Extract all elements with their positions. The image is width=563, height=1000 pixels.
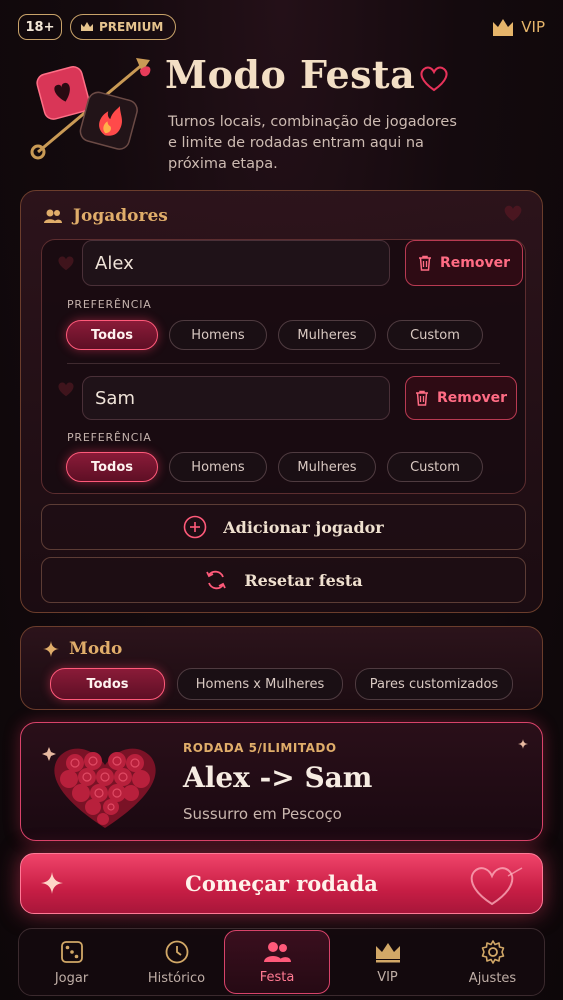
mode-title-text: Modo xyxy=(69,639,123,659)
nav-item-ajustes[interactable]: Ajustes xyxy=(440,929,545,995)
player-name-value: Sam xyxy=(95,387,135,409)
pref-option-mulheres[interactable]: Mulheres xyxy=(278,452,376,482)
mode-option-pares-customizados[interactable]: Pares customizados xyxy=(355,668,513,700)
premium-badge[interactable]: PREMIUM xyxy=(70,14,177,40)
crown-icon xyxy=(375,942,400,962)
sparkle-icon xyxy=(518,739,528,749)
nav-label: VIP xyxy=(377,969,398,985)
vip-label: VIP xyxy=(521,18,545,36)
clock-icon xyxy=(165,940,188,963)
pref-option-label: Custom xyxy=(410,327,460,343)
add-player-label: Adicionar jogador xyxy=(223,517,384,537)
pref-option-todos[interactable]: Todos xyxy=(66,452,158,482)
mode-card: Modo Todos Homens x Mulheres Pares custo… xyxy=(20,626,543,710)
pref-option-label: Homens xyxy=(191,327,245,343)
top-bar: 18+ PREMIUM VIP xyxy=(18,14,545,42)
sparkle-icon xyxy=(41,872,63,894)
bottom-nav: Jogar Histórico Festa VIP Ajustes xyxy=(18,928,545,996)
rose-heart-illustration xyxy=(42,747,156,828)
sparkle-icon xyxy=(43,641,59,657)
pref-option-label: Todos xyxy=(90,327,134,343)
pref-option-homens[interactable]: Homens xyxy=(169,320,267,350)
mode-option-label: Pares customizados xyxy=(369,676,499,692)
page-title-text: Modo Festa xyxy=(165,52,416,97)
people-icon xyxy=(264,941,291,962)
player-name-input[interactable]: Alex xyxy=(82,240,390,286)
trash-icon xyxy=(415,390,428,406)
pref-option-label: Custom xyxy=(410,459,460,475)
people-icon xyxy=(44,209,62,223)
start-round-label: Começar rodada xyxy=(185,871,378,896)
nav-label: Histórico xyxy=(147,970,206,986)
age-badge: 18+ xyxy=(18,14,62,40)
heart-icon xyxy=(58,382,74,397)
pref-option-label: Mulheres xyxy=(297,459,357,475)
round-players: Alex -> Sam xyxy=(183,761,373,794)
page-title: Modo Festa xyxy=(165,52,451,97)
nav-label: Festa xyxy=(259,969,295,985)
players-card: Jogadores Alex Remover PREFERÊNCIA Todos… xyxy=(20,190,543,613)
round-action: Sussurro em Pescoço xyxy=(183,805,342,823)
mode-option-label: Todos xyxy=(86,676,129,692)
heart-icon xyxy=(504,205,522,221)
gear-icon xyxy=(481,939,504,964)
crown-icon xyxy=(493,19,514,36)
remove-label: Remover xyxy=(439,255,510,271)
nav-item-historico[interactable]: Histórico xyxy=(124,929,229,995)
player-name-input[interactable]: Sam xyxy=(82,376,390,420)
add-player-button[interactable]: Adicionar jogador xyxy=(41,504,526,550)
heart-icon xyxy=(470,867,523,906)
reset-party-label: Resetar festa xyxy=(244,570,363,590)
nav-item-festa[interactable]: Festa xyxy=(224,930,330,994)
preference-label: PREFERÊNCIA xyxy=(67,431,152,444)
pref-option-mulheres[interactable]: Mulheres xyxy=(278,320,376,350)
dice-arrow-illustration xyxy=(30,58,151,160)
round-counter: RODADA 5/ILIMITADO xyxy=(183,741,337,755)
age-badge-label: 18+ xyxy=(25,19,55,35)
pref-option-label: Homens xyxy=(191,459,245,475)
divider xyxy=(67,363,500,364)
pref-option-todos[interactable]: Todos xyxy=(66,320,158,350)
remove-label: Remover xyxy=(436,390,507,406)
pref-option-custom[interactable]: Custom xyxy=(387,320,483,350)
pref-option-label: Todos xyxy=(90,459,134,475)
nav-item-jogar[interactable]: Jogar xyxy=(19,929,124,995)
page-subtitle: Turnos locais, combinação de jogadores e… xyxy=(168,114,457,172)
player-name-value: Alex xyxy=(95,252,134,274)
pref-option-label: Mulheres xyxy=(297,327,357,343)
current-round-card: RODADA 5/ILIMITADO Alex -> Sam Sussurro … xyxy=(20,722,543,841)
crown-icon xyxy=(81,22,93,31)
refresh-icon xyxy=(206,570,227,590)
heart-icon xyxy=(420,66,448,91)
preference-label: PREFERÊNCIA xyxy=(67,298,152,311)
dice-icon xyxy=(60,940,83,963)
start-round-button[interactable]: Começar rodada xyxy=(20,853,543,914)
mode-option-homens-x-mulheres[interactable]: Homens x Mulheres xyxy=(177,668,343,700)
remove-player-button[interactable]: Remover xyxy=(405,240,523,286)
trash-icon xyxy=(418,255,431,271)
players-section-title: Jogadores xyxy=(43,206,168,226)
premium-label: PREMIUM xyxy=(99,20,164,34)
players-title-text: Jogadores xyxy=(73,206,168,226)
nav-label: Ajustes xyxy=(468,970,517,986)
pref-option-custom[interactable]: Custom xyxy=(387,452,483,482)
remove-player-button[interactable]: Remover xyxy=(405,376,517,420)
reset-party-button[interactable]: Resetar festa xyxy=(41,557,526,603)
plus-circle-icon xyxy=(183,515,207,539)
players-list: Alex Remover PREFERÊNCIA Todos Homens Mu… xyxy=(41,239,526,494)
pref-option-homens[interactable]: Homens xyxy=(169,452,267,482)
nav-item-vip[interactable]: VIP xyxy=(335,929,440,995)
nav-label: Jogar xyxy=(54,970,89,986)
heart-icon xyxy=(58,256,74,271)
mode-section-title: Modo xyxy=(43,639,122,659)
vip-button[interactable]: VIP xyxy=(491,14,545,40)
mode-option-label: Homens x Mulheres xyxy=(195,676,325,692)
mode-option-todos[interactable]: Todos xyxy=(50,668,165,700)
